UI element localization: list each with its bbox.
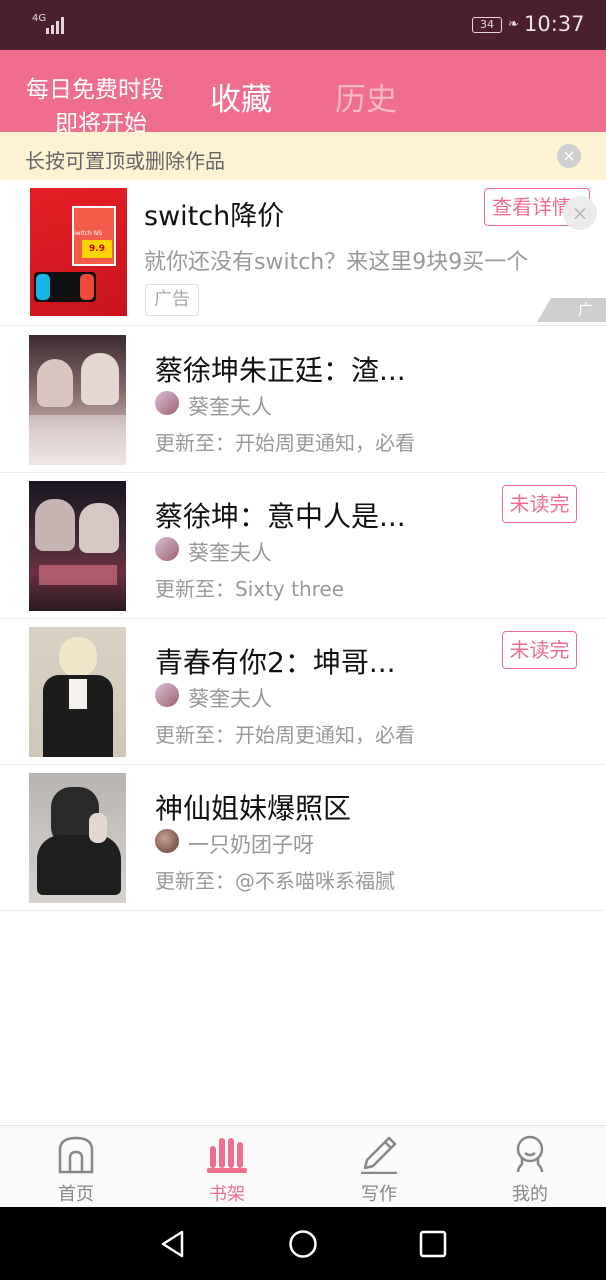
tab-profile-label: 我的 [512,1184,548,1205]
clock: 10:37 [524,12,585,36]
pencil-icon [361,1136,397,1174]
bookshelf-icon [207,1138,247,1173]
ad-tag: 广告 [145,284,199,316]
update-info: 更新至：Sixty three [155,577,345,601]
ad-description: 就你还没有switch？来这里9块9买一个 [144,250,529,275]
author-avatar [155,829,179,853]
home-icon [58,1136,94,1174]
book-item[interactable]: 青春有你2：坤哥... 未读完 葵奎夫人 更新至：开始周更通知，必看 [0,619,606,765]
book-cover[interactable] [29,481,126,611]
tab-bookshelf-label: 书架 [209,1184,245,1205]
power-saving-icon: ❧ [508,17,519,32]
ad-image-price: 9.9 [82,240,112,258]
unread-badge: 未读完 [502,631,577,669]
author-name: 葵奎夫人 [188,541,272,565]
battery-icon: 34 [472,17,502,33]
tip-close-icon[interactable]: × [557,144,581,168]
book-title: 青春有你2：坤哥... [155,646,396,679]
book-title: 蔡徐坤朱正廷：渣... [155,354,406,387]
tab-bookshelf[interactable]: 书架 [177,1126,277,1208]
tip-text: 长按可置顶或删除作品 [25,149,225,173]
author-name: 一只奶团子呀 [188,833,314,857]
bottom-tab-bar: 首页 书架 写作 我的 [0,1125,606,1207]
home-nav-icon[interactable] [288,1229,318,1259]
ad-title: switch降价 [144,201,285,232]
book-cover[interactable] [29,627,126,757]
book-title: 神仙姐妹爆照区 [155,792,352,825]
top-header: 每日免费时段 即将开始 收藏 历史 [0,50,606,137]
book-title: 蔡徐坤：意中人是... [155,500,406,533]
author-avatar [155,683,179,707]
author-avatar [155,391,179,415]
book-cover[interactable] [29,335,126,465]
book-item[interactable]: 蔡徐坤：意中人是... 未读完 葵奎夫人 更新至：Sixty three [0,473,606,619]
update-info: 更新至：@不系喵咪系福腻 [155,869,395,893]
system-nav-bar [0,1207,606,1280]
tab-write-label: 写作 [361,1184,397,1205]
ad-card[interactable]: Switch NS 9.9 switch降价 查看详情 × 就你还没有switc… [0,180,606,326]
book-item[interactable]: 蔡徐坤朱正廷：渣... 葵奎夫人 更新至：开始周更通知，必看 [0,327,606,473]
author-name: 葵奎夫人 [188,395,272,419]
signal-icon [44,16,66,34]
ad-image-text: Switch NS [72,230,103,237]
tab-home[interactable]: 首页 [26,1126,126,1208]
tab-history[interactable]: 历史 [335,74,397,119]
profile-icon [516,1135,544,1173]
author-name: 葵奎夫人 [188,687,272,711]
recent-apps-icon[interactable] [418,1229,448,1259]
ad-corner-label: 广告 [578,301,594,319]
ad-image[interactable]: Switch NS 9.9 [30,188,127,316]
unread-badge: 未读完 [502,485,577,523]
tab-home-label: 首页 [58,1184,94,1205]
status-bar: 4G 34 ❧ 10:37 [0,0,606,50]
book-item[interactable]: 神仙姐妹爆照区 一只奶团子呀 更新至：@不系喵咪系福腻 [0,765,606,911]
update-info: 更新至：开始周更通知，必看 [155,723,415,747]
tab-profile[interactable]: 我的 [480,1126,580,1208]
back-icon[interactable] [158,1229,188,1259]
ad-close-icon[interactable]: × [563,196,597,230]
tab-write[interactable]: 写作 [329,1126,429,1208]
update-info: 更新至：开始周更通知，必看 [155,431,415,455]
author-avatar [155,537,179,561]
tab-favorites[interactable]: 收藏 [210,74,272,119]
book-cover[interactable] [29,773,126,903]
free-period-promo-line1[interactable]: 每日免费时段 [26,70,164,104]
tip-bar: 长按可置顶或删除作品 [0,132,606,180]
